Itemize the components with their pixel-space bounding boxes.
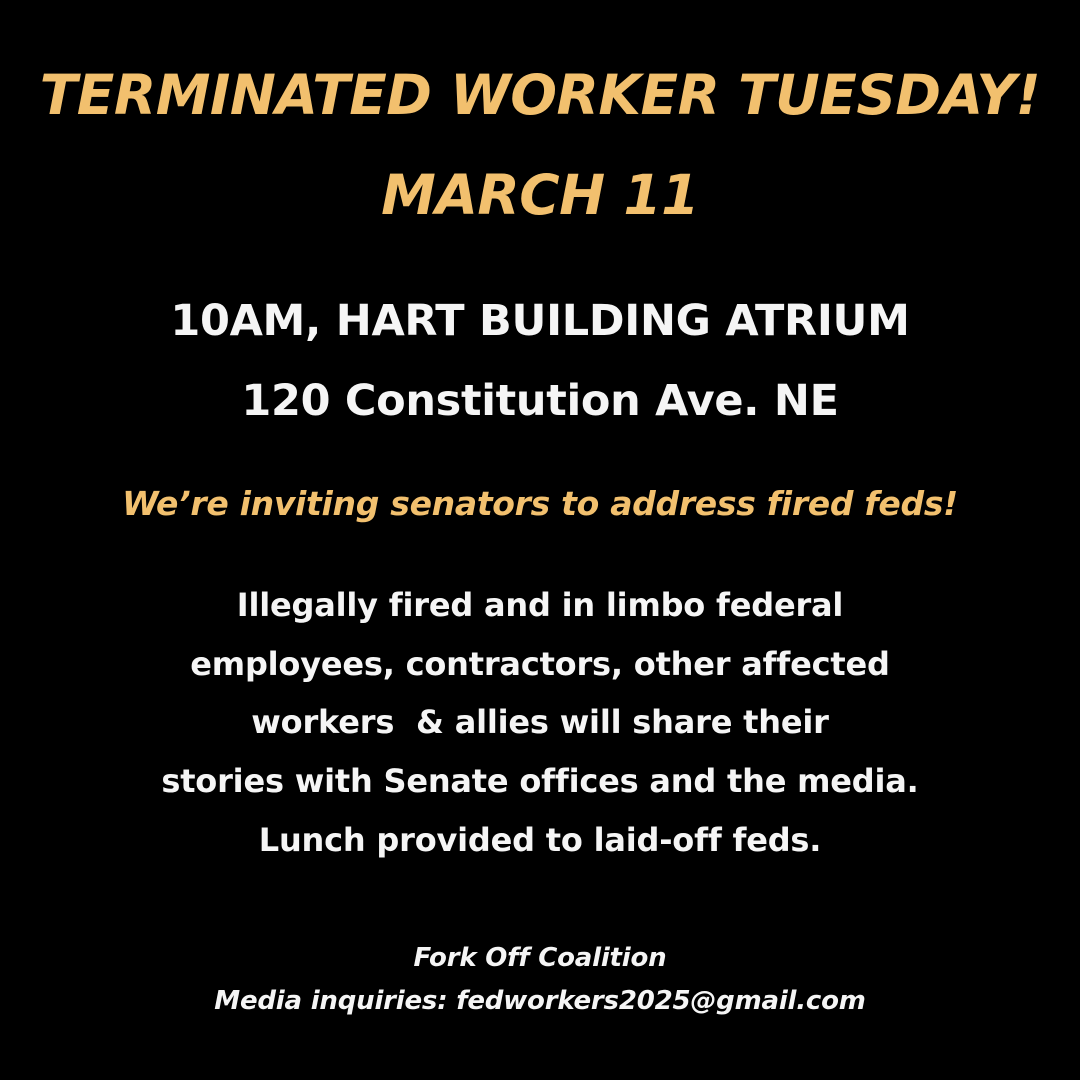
- tagline: We’re inviting senators to address fired…: [122, 484, 958, 523]
- event-address: 120 Constitution Ave. NE: [241, 376, 839, 426]
- organization-name: Fork Off Coalition: [413, 943, 667, 973]
- body-line: stories with Senate offices and the medi…: [161, 762, 919, 800]
- event-time-location: 10AM, HART BUILDING ATRIUM: [170, 296, 910, 346]
- body-line: workers & allies will share their: [251, 703, 829, 741]
- body-line: employees, contractors, other affected: [190, 645, 890, 683]
- headline-title: TERMINATED WORKER TUESDAY!: [39, 63, 1041, 127]
- body-line: Illegally fired and in limbo federal: [236, 586, 844, 624]
- body-line: Lunch provided to laid-off feds.: [258, 821, 822, 859]
- event-flyer: TERMINATED WORKER TUESDAY! MARCH 11 10AM…: [0, 0, 1080, 1080]
- media-contact: Media inquiries: fedworkers2025@gmail.co…: [214, 986, 866, 1016]
- headline-date: MARCH 11: [381, 163, 699, 227]
